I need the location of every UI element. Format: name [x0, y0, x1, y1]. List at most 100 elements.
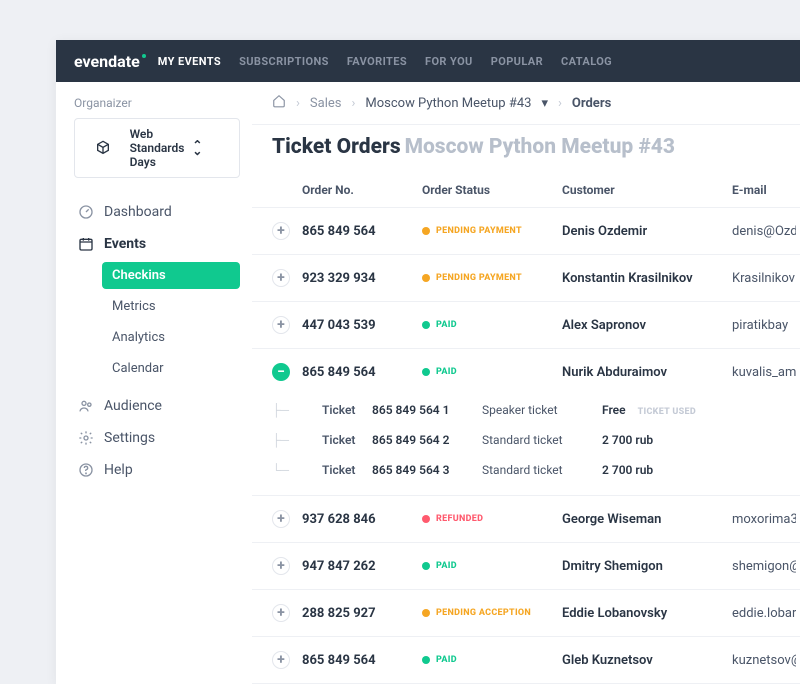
nav-item-catalog[interactable]: CATALOG — [561, 55, 612, 68]
col-order-no[interactable]: Order No. — [302, 183, 422, 197]
customer-email: eddie.lobar — [732, 606, 796, 621]
expand-button[interactable]: + — [272, 316, 290, 334]
expand-button[interactable]: + — [272, 651, 290, 669]
col-email[interactable]: E-mail — [732, 183, 796, 197]
sidebar: Organaizer Web Standards Days ⌃⌄ Dashboa… — [56, 82, 252, 684]
col-customer[interactable]: Customer — [562, 183, 732, 197]
ticket-row: └─Ticket865 849 564 3Standard ticket2 70… — [272, 455, 796, 485]
order-number: 865 849 564 — [302, 653, 422, 668]
table-header: Order No. Order Status Customer E-mail — [252, 173, 800, 208]
tree-branch-icon: └─ — [272, 463, 322, 477]
customer-name: Nurik Abduraimov — [562, 365, 732, 380]
order-status: PAID — [422, 655, 562, 665]
expand-button[interactable]: + — [272, 510, 290, 528]
status-text: PAID — [436, 561, 457, 571]
sidebar-subitem-analytics[interactable]: Analytics — [102, 324, 240, 351]
table-row: −865 849 564PAIDNurik Abduraimovkuvalis_… — [252, 349, 800, 395]
crumb-sales[interactable]: Sales — [310, 96, 342, 111]
status-text: PENDING ACCEPTION — [436, 608, 531, 618]
nav-item-favorites[interactable]: FAVORITES — [347, 55, 407, 68]
status-text: PAID — [436, 655, 457, 665]
sidebar-sublist: Checkins Metrics Analytics Calendar — [102, 262, 240, 382]
chevron-up-down-icon: ⌃⌄ — [192, 142, 229, 154]
topbar: evendate MY EVENTS SUBSCRIPTIONS FAVORITES… — [56, 40, 800, 82]
ticket-price: FreeTICKET USED — [602, 403, 796, 417]
order-number: 288 825 927 — [302, 606, 422, 621]
order-status: PAID — [422, 367, 562, 377]
expand-button[interactable]: + — [272, 269, 290, 287]
ticket-type: Standard ticket — [482, 463, 602, 477]
table-row: +865 849 564PAIDGleb Kuznetsovkuznetsov@ — [252, 637, 800, 684]
ticket-sublist: ├─Ticket865 849 564 1Speaker ticketFreeT… — [252, 395, 800, 496]
status-text: REFUNDED — [436, 514, 483, 524]
expand-button[interactable]: + — [272, 604, 290, 622]
customer-name: George Wiseman — [562, 512, 732, 527]
status-dot-icon — [422, 562, 430, 570]
sidebar-item-settings[interactable]: Settings — [74, 422, 240, 454]
page-title: Ticket Orders — [272, 135, 401, 159]
crumb-event[interactable]: Moscow Python Meetup #43 — [365, 96, 531, 111]
ticket-used-badge: TICKET USED — [638, 407, 696, 417]
status-text: PAID — [436, 320, 457, 330]
tree-branch-icon: ├─ — [272, 403, 322, 417]
nav-item-subscriptions[interactable]: SUBSCRIPTIONS — [239, 55, 329, 68]
table-row: +447 043 539PAIDAlex Sapronovpiratikbay — [252, 302, 800, 349]
top-nav: MY EVENTS SUBSCRIPTIONS FAVORITES FOR YOU PO… — [158, 55, 612, 68]
cube-icon — [85, 140, 122, 156]
sidebar-item-label: Settings — [104, 430, 155, 446]
nav-item-popular[interactable]: POPULAR — [491, 55, 543, 68]
org-section-label: Organaizer — [74, 96, 240, 110]
caret-down-icon[interactable]: ▾ — [541, 96, 548, 111]
customer-name: Gleb Kuznetsov — [562, 653, 732, 668]
org-selector[interactable]: Web Standards Days ⌃⌄ — [74, 118, 240, 178]
ticket-id: 865 849 564 1 — [372, 403, 482, 417]
status-dot-icon — [422, 227, 430, 235]
chevron-right-icon: › — [351, 96, 355, 111]
sidebar-item-dashboard[interactable]: Dashboard — [74, 196, 240, 228]
expand-button[interactable]: + — [272, 222, 290, 240]
orders-table: +865 849 564PENDING PAYMENTDenis Ozdemir… — [252, 208, 800, 684]
sidebar-item-events[interactable]: Events — [74, 228, 240, 260]
customer-name: Alex Sapronov — [562, 318, 732, 333]
ticket-id: 865 849 564 2 — [372, 433, 482, 447]
status-dot-icon — [422, 274, 430, 282]
calendar-icon — [78, 236, 94, 252]
sidebar-item-label: Dashboard — [104, 204, 172, 220]
order-status: REFUNDED — [422, 514, 562, 524]
sidebar-subitem-checkins[interactable]: Checkins — [102, 262, 240, 289]
col-status[interactable]: Order Status — [422, 183, 562, 197]
expand-button[interactable]: + — [272, 557, 290, 575]
status-text: PENDING PAYMENT — [436, 226, 522, 236]
table-row: +288 825 927 PENDING ACCEPTION Eddie Loban… — [252, 590, 800, 637]
help-icon — [78, 462, 94, 478]
status-dot-icon — [422, 656, 430, 664]
ticket-row: ├─Ticket865 849 564 2Standard ticket2 70… — [272, 425, 796, 455]
sidebar-nav: DashboardEventsCheckinsMetricsAnalyticsC… — [74, 196, 240, 486]
sidebar-item-audience[interactable]: Audience — [74, 390, 240, 422]
sidebar-item-help[interactable]: Help — [74, 454, 240, 486]
ticket-label: Ticket — [322, 433, 372, 447]
order-status: PENDING PAYMENT — [422, 273, 562, 283]
collapse-button[interactable]: − — [272, 363, 290, 381]
order-number: 937 628 846 — [302, 512, 422, 527]
table-row: +947 847 262PAIDDmitry Shemigonshemigon@ — [252, 543, 800, 590]
nav-item-my-events[interactable]: MY EVENTS — [158, 55, 221, 68]
gear-icon — [78, 430, 94, 446]
chevron-right-icon: › — [558, 96, 562, 111]
customer-email: Krasilnikov — [732, 271, 796, 286]
customer-email: shemigon@ — [732, 559, 796, 574]
nav-item-for-you[interactable]: FOR YOU — [425, 55, 473, 68]
status-dot-icon — [422, 321, 430, 329]
status-dot-icon — [422, 609, 430, 617]
sidebar-subitem-metrics[interactable]: Metrics — [102, 293, 240, 320]
customer-name: Eddie Lobanovsky — [562, 606, 732, 621]
brand-logo[interactable]: evendate — [74, 52, 140, 71]
order-status: PAID — [422, 561, 562, 571]
sidebar-subitem-calendar[interactable]: Calendar — [102, 355, 240, 382]
app-window: evendate MY EVENTS SUBSCRIPTIONS FAVORITES… — [56, 40, 800, 684]
sidebar-item-label: Help — [104, 462, 133, 478]
home-icon[interactable] — [272, 94, 286, 112]
status-text: PENDING PAYMENT — [436, 273, 522, 283]
customer-email: moxorima3 — [732, 512, 796, 527]
order-number: 947 847 262 — [302, 559, 422, 574]
